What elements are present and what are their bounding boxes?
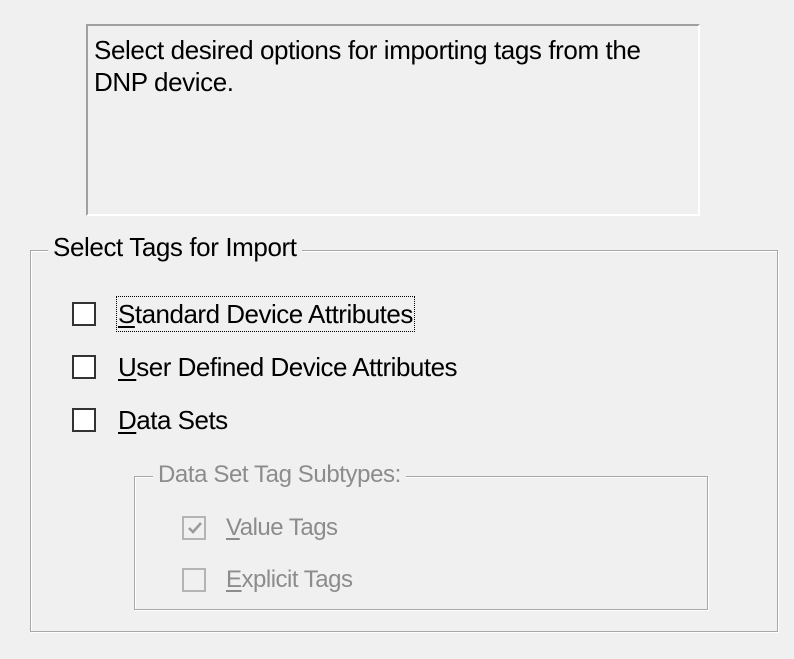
explicit-tags-label: Explicit Tags	[226, 566, 353, 593]
checkmark-icon	[188, 522, 202, 534]
standard-device-attributes-checkbox-row[interactable]: Standard Device Attributes	[72, 296, 415, 332]
select-tags-group-title: Select Tags for Import	[48, 232, 302, 262]
data-sets-checkbox[interactable]	[72, 408, 96, 432]
standard-device-attributes-label[interactable]: Standard Device Attributes	[116, 296, 415, 332]
data-set-tag-subtypes-title: Data Set Tag Subtypes:	[153, 460, 406, 490]
import-tags-dialog: { "description": { "line1": "Select desi…	[0, 0, 794, 659]
user-defined-device-attributes-checkbox-row[interactable]: User Defined Device Attributes	[72, 351, 458, 383]
data-sets-checkbox-row[interactable]: Data Sets	[72, 404, 228, 436]
user-defined-device-attributes-label[interactable]: User Defined Device Attributes	[118, 351, 458, 383]
value-tags-checkbox	[182, 516, 206, 540]
description-line-2: DNP device.	[94, 67, 234, 97]
description-line-1: Select desired options for importing tag…	[94, 35, 641, 65]
value-tags-label: Value Tags	[226, 514, 338, 541]
user-defined-device-attributes-checkbox[interactable]	[72, 355, 96, 379]
description-text-box: Select desired options for importing tag…	[86, 24, 700, 216]
explicit-tags-checkbox-row: Explicit Tags	[182, 564, 353, 596]
standard-device-attributes-checkbox[interactable]	[72, 302, 96, 326]
data-sets-label[interactable]: Data Sets	[118, 404, 228, 436]
value-tags-checkbox-row: Value Tags	[182, 512, 338, 544]
explicit-tags-checkbox	[182, 568, 206, 592]
